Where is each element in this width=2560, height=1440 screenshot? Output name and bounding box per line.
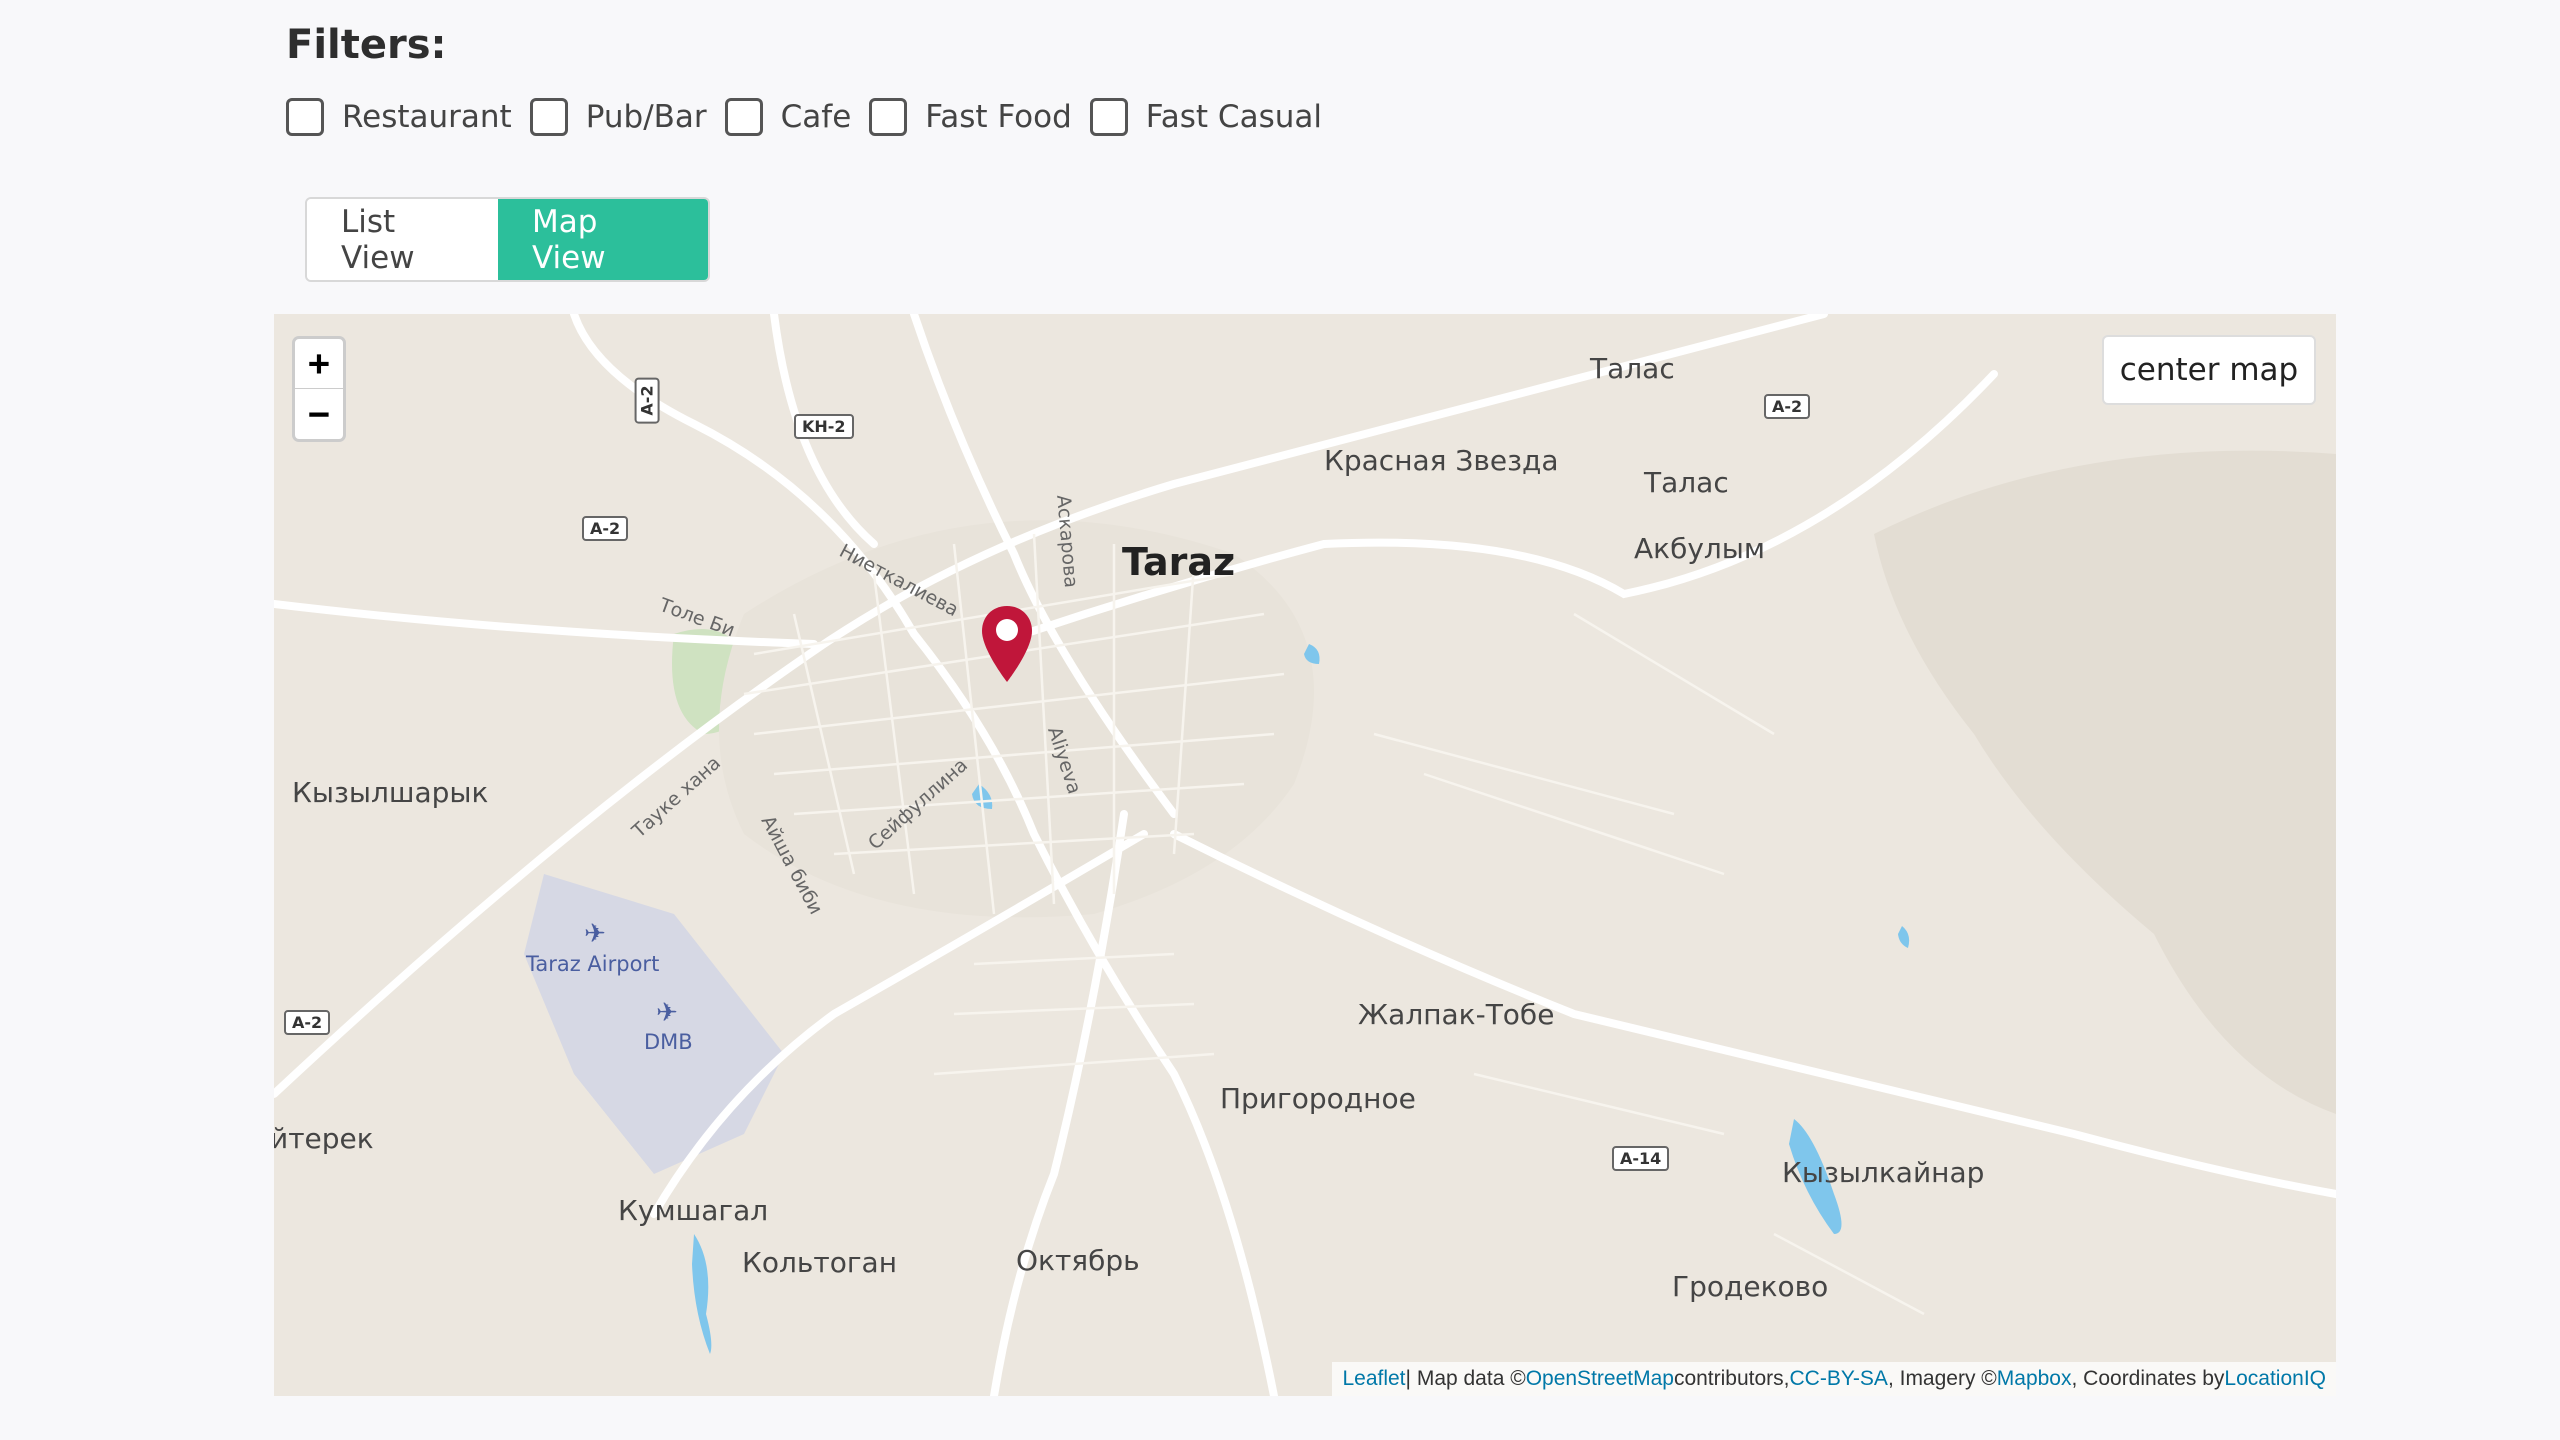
- map-label-terek: йтерек: [274, 1122, 374, 1155]
- map-tiles: [274, 314, 2336, 1396]
- map-label-zhalpak-tobe: Жалпак-Тобе: [1358, 998, 1555, 1031]
- attribution-text: contributors,: [1673, 1367, 1790, 1390]
- filter-label: Restaurant: [342, 99, 512, 135]
- map-container[interactable]: Taraz Талас Талас Красная Звезда Акбулым…: [274, 314, 2336, 1396]
- map-label-grodekovo: Гродеково: [1672, 1270, 1829, 1303]
- filters-row: Restaurant Pub/Bar Cafe Fast Food Fast C…: [286, 98, 1340, 136]
- page: Filters: Restaurant Pub/Bar Cafe Fast Fo…: [0, 0, 2560, 1440]
- hill-shade: [1874, 450, 2336, 1114]
- road-shield: KH-2: [794, 414, 854, 439]
- filters-title: Filters:: [286, 22, 447, 68]
- leaflet-link[interactable]: Leaflet: [1342, 1367, 1405, 1391]
- road-shield: A-2: [582, 516, 629, 541]
- zoom-in-button[interactable]: +: [295, 339, 343, 389]
- road-shield: A-2: [634, 377, 660, 424]
- filter-label: Cafe: [780, 99, 852, 135]
- locationiq-link[interactable]: LocationIQ: [2224, 1367, 2326, 1391]
- zoom-control: + −: [292, 336, 346, 442]
- water-body: [692, 1234, 712, 1354]
- view-toggle: List View Map View: [305, 197, 710, 282]
- map-label-akbulym: Акбулым: [1634, 532, 1766, 565]
- map-label-talas: Талас: [1644, 466, 1729, 499]
- center-map-button[interactable]: center map: [2102, 335, 2316, 405]
- filter-fast-casual[interactable]: Fast Casual: [1089, 98, 1322, 136]
- attribution-text: , Coordinates by: [2071, 1367, 2225, 1390]
- map-marker-icon[interactable]: [980, 604, 1034, 684]
- zoom-out-button[interactable]: −: [295, 389, 343, 439]
- fast-casual-checkbox[interactable]: [1089, 98, 1128, 136]
- filter-fast-food[interactable]: Fast Food: [869, 98, 1072, 136]
- list-view-button[interactable]: List View: [307, 199, 498, 280]
- road-shield: A-14: [1612, 1146, 1670, 1171]
- water-body: [1898, 926, 1910, 948]
- filter-pub-bar[interactable]: Pub/Bar: [529, 98, 707, 136]
- filter-restaurant[interactable]: Restaurant: [286, 98, 512, 136]
- attribution-text: | Map data ©: [1405, 1367, 1526, 1390]
- road-shield: A-2: [1764, 394, 1811, 419]
- map-label-taraz: Taraz: [1122, 540, 1236, 584]
- map-label-dmb: DMB: [644, 1030, 693, 1054]
- map-view-button[interactable]: Map View: [498, 199, 708, 280]
- map-label-taraz-airport: Taraz Airport: [526, 952, 660, 976]
- restaurant-checkbox[interactable]: [286, 98, 324, 136]
- major-roads: [274, 314, 2336, 1396]
- fast-food-checkbox[interactable]: [869, 98, 908, 136]
- filter-cafe[interactable]: Cafe: [724, 98, 852, 136]
- pub-bar-checkbox[interactable]: [529, 98, 568, 136]
- cafe-checkbox[interactable]: [724, 98, 763, 136]
- airport-area: [524, 874, 784, 1174]
- filter-label: Fast Casual: [1145, 99, 1322, 135]
- map-label-prigorodnoe: Пригородное: [1220, 1082, 1416, 1115]
- map-label-krasnaya-zvezda: Красная Звезда: [1324, 444, 1559, 477]
- airplane-icon: ✈: [656, 998, 678, 1028]
- osm-link[interactable]: OpenStreetMap: [1526, 1367, 1674, 1391]
- map-attribution: Leaflet | Map data © OpenStreetMap contr…: [1332, 1362, 2336, 1396]
- airplane-icon: ✈: [584, 919, 606, 949]
- filter-label: Pub/Bar: [585, 99, 707, 135]
- road-shield: A-2: [284, 1010, 331, 1035]
- map-label-kyzylsharyk: Кызылшарык: [292, 776, 489, 809]
- attribution-text: , Imagery ©: [1887, 1367, 1997, 1390]
- map-label-kyzylkaynar: Кызылкайнар: [1782, 1156, 1985, 1189]
- map-label-koltogan: Кольтоган: [742, 1246, 898, 1279]
- map-label-talas: Талас: [1590, 352, 1675, 385]
- mapbox-link[interactable]: Mapbox: [1997, 1367, 2072, 1391]
- filter-label: Fast Food: [925, 99, 1072, 135]
- cc-by-sa-link[interactable]: CC-BY-SA: [1790, 1367, 1888, 1391]
- map-label-kumshagal: Кумшагал: [618, 1194, 769, 1227]
- map-label-oktyabr: Октябрь: [1016, 1244, 1140, 1277]
